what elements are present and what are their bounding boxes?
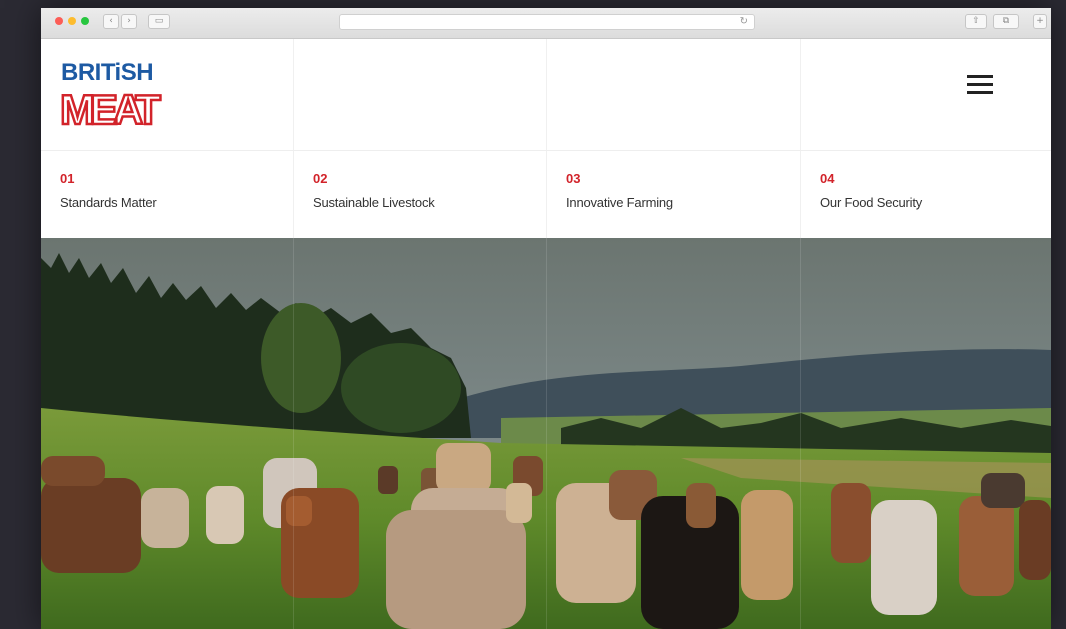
tabs-button[interactable]: ⧉ [993,14,1019,29]
forward-button[interactable]: › [121,14,137,29]
browser-toolbar: ‹ › ▭ ↻ ⇧ ⧉ + [41,8,1051,39]
new-tab-button[interactable]: + [1033,14,1047,29]
nav-item-number: 02 [313,171,328,186]
logo-word-british: BRITiSH [61,59,153,86]
site-header: BRITiSH MEAT [41,39,1051,150]
share-button[interactable]: ⇧ [965,14,987,29]
nav-item-label: Innovative Farming [566,195,673,210]
nav-item-innovative-farming[interactable]: 03 Innovative Farming [547,151,799,239]
nav-item-label: Standards Matter [60,195,157,210]
british-meat-logo[interactable]: BRITiSH MEAT [60,56,168,132]
sidebar-toggle-button[interactable]: ▭ [148,14,170,29]
browser-window: ‹ › ▭ ↻ ⇧ ⧉ + BRITiSH MEAT 01 Standards … [41,8,1051,629]
grid-divider [293,238,294,629]
hamburger-menu-icon[interactable] [967,75,993,97]
minimize-window-button[interactable] [68,17,76,25]
nav-item-label: Our Food Security [820,195,923,210]
nav-item-our-food-security[interactable]: 04 Our Food Security [801,151,1051,239]
back-button[interactable]: ‹ [103,14,119,29]
nav-item-sustainable-livestock[interactable]: 02 Sustainable Livestock [294,151,546,239]
tree [261,303,341,413]
section-nav: 01 Standards Matter 02 Sustainable Lives… [41,150,1051,238]
address-bar[interactable]: ↻ [339,14,755,30]
nav-item-label: Sustainable Livestock [313,195,435,210]
web-page: BRITiSH MEAT 01 Standards Matter 02 Sust… [41,39,1051,629]
maximize-window-button[interactable] [81,17,89,25]
grid-divider [546,238,547,629]
reload-icon[interactable]: ↻ [740,16,748,27]
nav-item-number: 04 [820,171,835,186]
grid-divider [800,238,801,629]
logo-word-meat: MEAT [60,86,161,132]
tree [341,343,461,433]
nav-item-number: 03 [566,171,581,186]
nav-item-number: 01 [60,171,75,186]
hero-image-cattle-pasture [41,238,1051,629]
close-window-button[interactable] [55,17,63,25]
nav-item-standards-matter[interactable]: 01 Standards Matter [41,151,293,239]
